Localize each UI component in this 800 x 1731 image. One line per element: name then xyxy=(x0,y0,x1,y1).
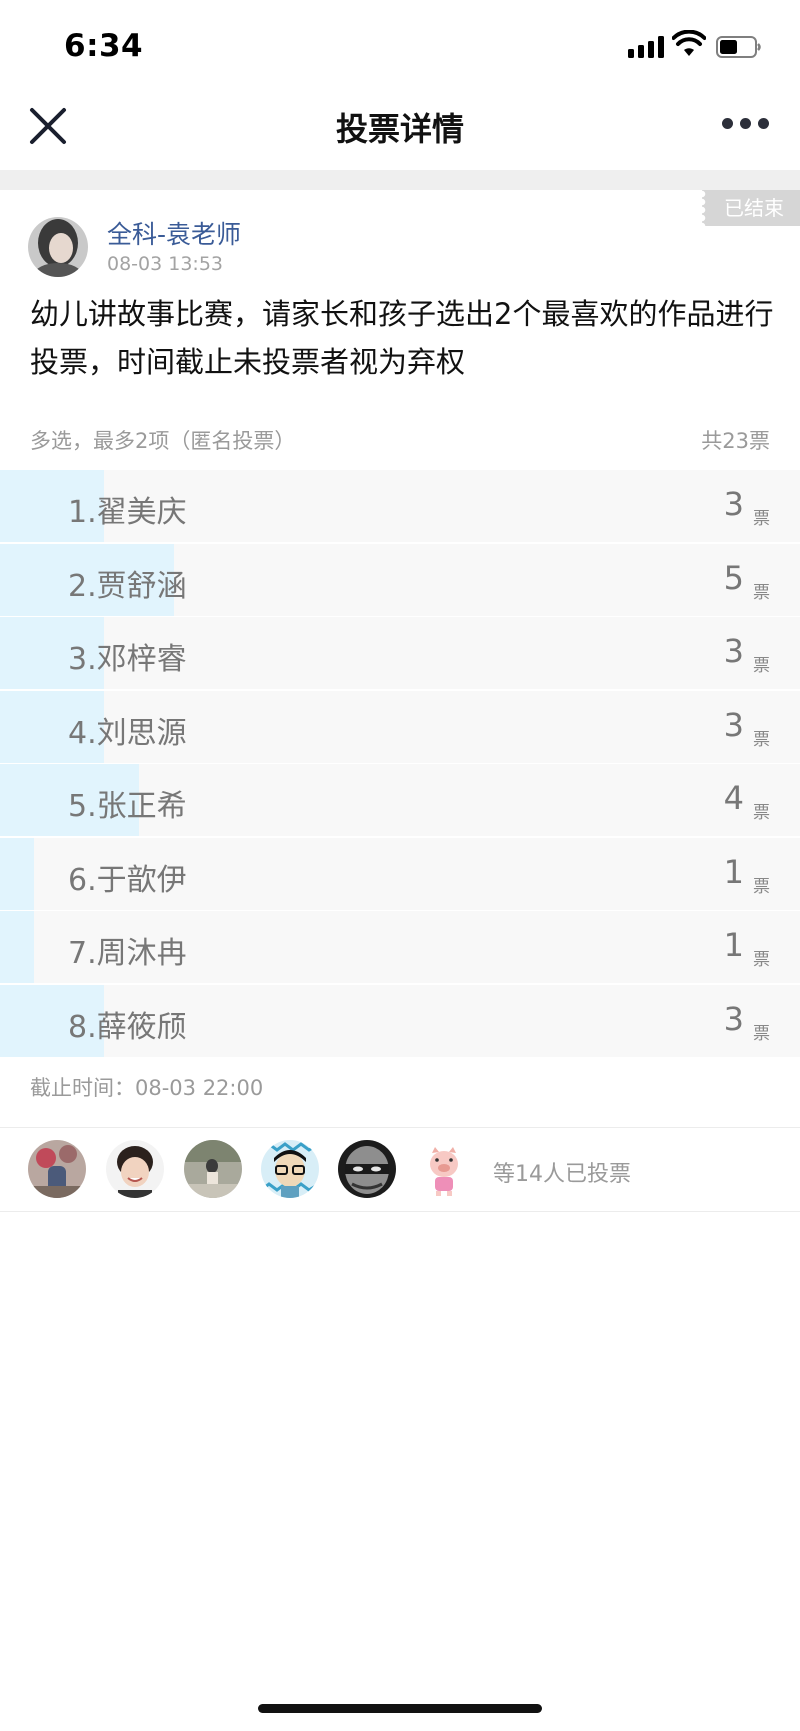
vote-option[interactable]: 3.邓梓睿 3 票 xyxy=(0,617,800,689)
navigation-bar: 投票详情 xyxy=(0,90,800,170)
option-vote-count: 3 xyxy=(723,632,744,670)
vote-option[interactable]: 5.张正希 4 票 xyxy=(0,764,800,836)
deadline-text: 截止时间：08-03 22:00 xyxy=(30,1076,264,1100)
vote-description: 幼儿讲故事比赛，请家长和孩子选出2个最喜欢的作品进行投票，时间截止未投票者视为弃… xyxy=(30,297,774,379)
option-vote-unit: 票 xyxy=(753,803,770,823)
vote-progress-fill xyxy=(0,911,35,983)
vote-progress-fill xyxy=(0,837,35,910)
page-title: 投票详情 xyxy=(335,110,464,148)
option-vote-unit: 票 xyxy=(753,656,770,676)
option-vote-unit: 票 xyxy=(753,509,770,529)
option-vote-unit: 票 xyxy=(753,950,770,970)
option-vote-count: 3 xyxy=(723,999,744,1038)
option-vote-count: 5 xyxy=(723,558,744,597)
option-label: 1.翟美庆 xyxy=(68,495,187,530)
voter-avatar xyxy=(106,1140,164,1198)
option-vote-unit: 票 xyxy=(753,582,770,603)
vote-type-info: 多选，最多2项（匿名投票） xyxy=(30,429,296,453)
vote-option[interactable]: 2.贾舒涵 5 票 xyxy=(0,543,800,616)
author-avatar[interactable] xyxy=(28,217,88,277)
status-time: 6:34 xyxy=(64,28,144,64)
vote-option[interactable]: 6.于歆伊 1 票 xyxy=(0,837,800,910)
voter-avatar xyxy=(261,1140,319,1198)
status-bar: 6:34 xyxy=(0,0,800,90)
voter-avatar xyxy=(28,1140,86,1198)
option-label: 8.薛筱颀 xyxy=(68,1009,187,1045)
vote-total: 共23票 xyxy=(701,429,770,453)
vote-option[interactable]: 7.周沐冉 1 票 xyxy=(0,911,800,983)
author-name[interactable]: 全科-袁老师 xyxy=(107,215,241,251)
voter-avatar xyxy=(415,1140,473,1198)
voter-avatar xyxy=(184,1140,242,1198)
option-vote-count: 1 xyxy=(723,926,744,964)
voter-avatar xyxy=(338,1140,396,1198)
vote-option[interactable]: 1.翟美庆 3 票 xyxy=(0,470,800,542)
vote-option[interactable]: 4.刘思源 3 票 xyxy=(0,690,800,763)
vote-option[interactable]: 8.薛筱颀 3 票 xyxy=(0,984,800,1057)
option-label: 5.张正希 xyxy=(68,789,187,824)
option-label: 6.于歆伊 xyxy=(68,862,187,898)
voters-row[interactable]: 等14人已投票 xyxy=(0,1128,800,1210)
option-vote-count: 1 xyxy=(723,852,744,891)
option-vote-count: 3 xyxy=(723,485,744,523)
option-label: 2.贾舒涵 xyxy=(68,568,187,604)
option-vote-count: 4 xyxy=(723,779,744,817)
option-label: 4.刘思源 xyxy=(68,715,187,751)
divider xyxy=(0,1211,800,1212)
wifi-icon xyxy=(672,30,706,56)
option-label: 7.周沐冉 xyxy=(68,936,187,971)
vote-options-list: 1.翟美庆 3 票 2.贾舒涵 5 票 3.邓梓睿 3 票 4.刘思源 3 票 … xyxy=(0,470,800,1058)
option-vote-unit: 票 xyxy=(753,876,770,897)
option-vote-unit: 票 xyxy=(753,729,770,750)
section-divider xyxy=(0,170,800,190)
status-badge: 已结束 xyxy=(702,190,800,226)
option-vote-unit: 票 xyxy=(753,1023,770,1044)
cellular-signal-icon xyxy=(628,36,664,58)
option-vote-count: 3 xyxy=(723,705,744,744)
home-indicator[interactable] xyxy=(258,1704,542,1713)
option-label: 3.邓梓睿 xyxy=(68,642,187,677)
voters-count-text: 等14人已投票 xyxy=(493,1162,631,1187)
more-options-icon[interactable] xyxy=(722,118,770,134)
post-timestamp: 08-03 13:53 xyxy=(107,253,224,275)
battery-icon xyxy=(716,36,761,58)
